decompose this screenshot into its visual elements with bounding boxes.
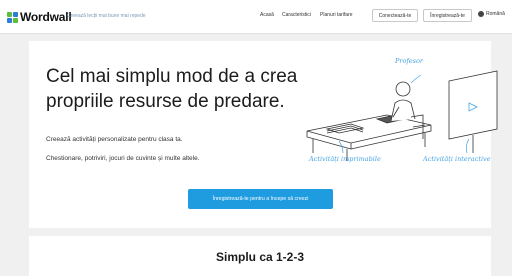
- nav-link-pricing[interactable]: Planuri tarifare: [320, 12, 353, 18]
- illustration-label-teacher: Profesor: [395, 57, 424, 65]
- hero-title: Cel mai simplu mod de a crea propriile r…: [46, 66, 298, 112]
- language-selector[interactable]: Română: [478, 11, 505, 17]
- signup-button[interactable]: Înregistrează-te: [423, 9, 472, 22]
- language-label: Română: [486, 11, 505, 17]
- nav-link-features[interactable]: Caracteristici: [282, 12, 311, 18]
- section-title: Simplu ca 1-2-3: [215, 250, 305, 264]
- logo-text: Wordwall: [20, 10, 72, 24]
- wordwall-logo-icon: [7, 11, 18, 23]
- nav-link-home[interactable]: Acasă: [260, 12, 274, 18]
- how-it-works-section: Simplu ca 1-2-3: [29, 236, 491, 276]
- login-button[interactable]: Conectează-te: [372, 9, 418, 22]
- hero-section: Cel mai simplu mod de a crea propriile r…: [29, 41, 498, 228]
- hero-subtitle-2: Chestionare, potriviri, jocuri de cuvint…: [46, 155, 200, 162]
- illustration-label-interactive: Activități interactive: [423, 155, 491, 163]
- globe-icon: [478, 11, 484, 17]
- hero-subtitle-1: Creează activități personalizate pentru …: [46, 136, 183, 143]
- signup-cta-button[interactable]: Înregistrează-te pentru a începe să cree…: [188, 189, 333, 209]
- top-navigation-bar: Wordwall Creează lecții mai bune mai rep…: [0, 0, 512, 34]
- wordwall-logo[interactable]: Wordwall: [7, 10, 72, 24]
- hero-illustration: Profesor Activități imprimabile Activită…: [299, 53, 499, 178]
- tagline: Creează lecții mai bune mai repede: [67, 13, 146, 19]
- illustration-label-printable: Activități imprimabile: [309, 155, 381, 163]
